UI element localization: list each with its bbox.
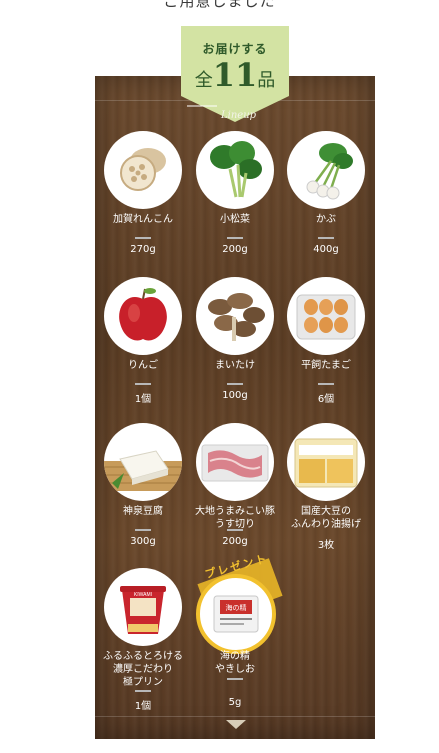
scroll-down-arrow-icon bbox=[226, 720, 246, 729]
item-qty: 300g bbox=[130, 536, 156, 547]
item-name: 小松菜 bbox=[220, 214, 250, 225]
item-qty: 200g bbox=[222, 244, 248, 255]
item-separator bbox=[227, 678, 243, 680]
item-name: りんご bbox=[128, 360, 158, 371]
item-name: 加賀れんこん bbox=[113, 214, 173, 225]
present-badge: プレゼント 海の精 bbox=[196, 552, 286, 654]
pork-icon bbox=[196, 423, 274, 501]
item-separator bbox=[227, 237, 243, 239]
pudding-icon: KIWAMI bbox=[104, 568, 182, 646]
salt-icon: 海の精 bbox=[196, 574, 276, 654]
item-qty: 1個 bbox=[134, 394, 152, 405]
board-divider-bottom bbox=[95, 716, 375, 717]
tofu-icon bbox=[104, 423, 182, 501]
ribbon-count: 全11品 bbox=[181, 56, 289, 94]
ribbon-count-suffix: 品 bbox=[257, 70, 276, 91]
ribbon-subtitle: お届けする bbox=[202, 42, 268, 56]
item-separator bbox=[227, 529, 243, 531]
eggs-icon bbox=[287, 277, 365, 355]
item-name: 大地うまみこい豚 うす切り bbox=[195, 506, 275, 530]
item-separator bbox=[318, 383, 334, 385]
item-name: ふるふるとろける 濃厚こだわり 極プリン bbox=[103, 651, 183, 688]
lotus-root-icon bbox=[104, 131, 182, 209]
item-separator bbox=[135, 690, 151, 692]
item-separator bbox=[227, 383, 243, 385]
item-qty: 1個 bbox=[134, 701, 152, 712]
item-separator bbox=[135, 383, 151, 385]
item-qty: 100g bbox=[222, 390, 248, 401]
abura-age-icon bbox=[287, 423, 365, 501]
item-name: まいたけ bbox=[215, 360, 255, 371]
item-qty: 400g bbox=[313, 244, 339, 255]
item-name: 平飼たまご bbox=[301, 360, 351, 371]
ribbon-count-number: 11 bbox=[212, 56, 258, 94]
ribbon-script: Lineup bbox=[221, 110, 257, 121]
intro-text: ご用意しました bbox=[163, 0, 276, 10]
ribbon-count-prefix: 全 bbox=[194, 70, 213, 91]
item-qty: 5g bbox=[228, 697, 242, 708]
maitake-icon bbox=[196, 277, 274, 355]
item-name: 神泉豆腐 bbox=[123, 506, 163, 517]
turnip-icon bbox=[287, 131, 365, 209]
item-separator bbox=[318, 237, 334, 239]
item-qty: 3枚 bbox=[317, 540, 335, 551]
item-separator bbox=[135, 237, 151, 239]
komatsuna-icon bbox=[196, 131, 274, 209]
salt-brand-text: 海の精 bbox=[226, 603, 247, 612]
item-name: 国産大豆の ふんわり油揚げ bbox=[291, 506, 361, 530]
item-qty: 200g bbox=[222, 536, 248, 547]
apple-icon bbox=[104, 277, 182, 355]
item-name: かぶ bbox=[316, 214, 336, 225]
pudding-brand-text: KIWAMI bbox=[134, 592, 152, 598]
item-qty: 270g bbox=[130, 244, 156, 255]
lineup-ribbon: お届けする 全11品 Lineup bbox=[181, 26, 289, 122]
item-qty: 6個 bbox=[317, 394, 335, 405]
item-name: 海の精 やきしお bbox=[215, 651, 255, 675]
item-separator bbox=[135, 529, 151, 531]
